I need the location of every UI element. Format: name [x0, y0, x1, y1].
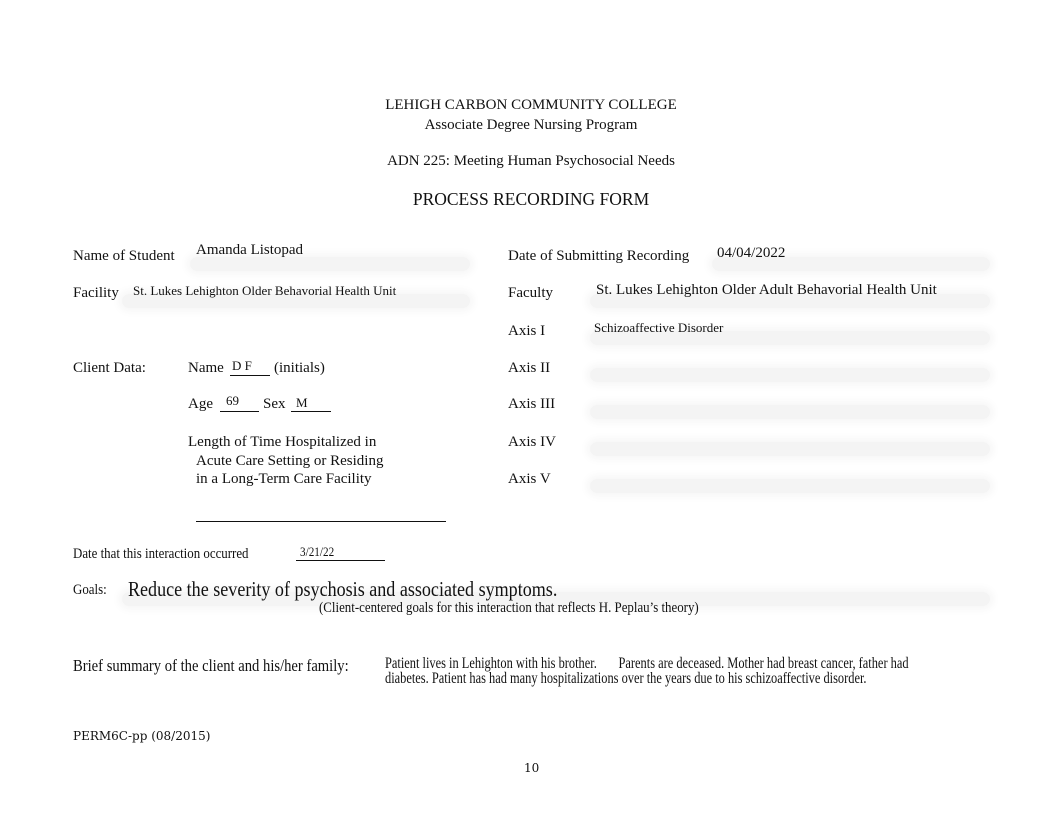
facility-value: St. Lukes Lehighton Older Behavorial Hea… — [133, 283, 397, 298]
program-name: Associate Degree Nursing Program — [424, 117, 638, 133]
length-of-stay-field[interactable] — [196, 521, 446, 522]
client-data-label: Client Data: — [73, 360, 146, 376]
axis-3-label: Axis III — [508, 396, 556, 412]
axis-2-field[interactable] — [590, 368, 990, 382]
axis-4-label: Axis IV — [508, 434, 556, 450]
interaction-date-label: Date that this interaction occurred — [73, 546, 249, 562]
client-age-value[interactable]: 69 — [226, 393, 239, 409]
form-title: PROCESS RECORDING FORM — [412, 189, 650, 209]
client-sex-label: Sex — [263, 396, 286, 412]
submit-date-value: 04/04/2022 — [717, 245, 786, 261]
goals-hint: (Client-centered goals for this interact… — [319, 600, 699, 616]
client-name-label: Name — [188, 360, 224, 376]
length-label-line2: Acute Care Setting or Residing — [196, 453, 384, 469]
axis-3-field[interactable] — [590, 405, 990, 419]
length-label-line3: in a Long-Term Care Facility — [196, 471, 372, 487]
interaction-date-value[interactable]: 3/21/22 — [300, 544, 334, 560]
axis-2-label: Axis II — [508, 360, 551, 376]
faculty-value: St. Lukes Lehighton Older Adult Behavori… — [596, 282, 937, 298]
client-sex-value[interactable]: M — [296, 395, 308, 411]
client-name-suffix: (initials) — [274, 360, 325, 376]
goals-value: Reduce the severity of psychosis and ass… — [128, 577, 558, 601]
axis-4-field[interactable] — [590, 442, 990, 456]
summary-label: Brief summary of the client and his/her … — [73, 656, 349, 675]
goals-label: Goals: — [73, 582, 107, 598]
course-title: ADN 225: Meeting Human Psychosocial Need… — [387, 153, 675, 169]
summary-line-2: diabetes. Patient has had many hospitali… — [385, 670, 867, 687]
client-initials-value[interactable]: D F — [232, 358, 252, 374]
institution-name: LEHIGH CARBON COMMUNITY COLLEGE — [385, 97, 677, 113]
form-code: PERM6C-pp (08/2015) — [73, 729, 211, 743]
student-name-field[interactable] — [190, 257, 470, 271]
axis-1-label: Axis I — [508, 323, 546, 339]
page-number: 10 — [524, 761, 540, 775]
faculty-label: Faculty — [508, 285, 553, 301]
student-name-value: Amanda Listopad — [196, 242, 304, 258]
axis-5-field[interactable] — [590, 479, 990, 493]
client-age-label: Age — [188, 396, 213, 412]
axis-1-value: Schizoaffective Disorder — [594, 320, 724, 335]
submit-date-label: Date of Submitting Recording — [508, 248, 690, 264]
length-label-line1: Length of Time Hospitalized in — [188, 434, 377, 450]
facility-label: Facility — [73, 285, 119, 301]
axis-5-label: Axis V — [508, 471, 551, 487]
student-name-label: Name of Student — [73, 248, 175, 264]
